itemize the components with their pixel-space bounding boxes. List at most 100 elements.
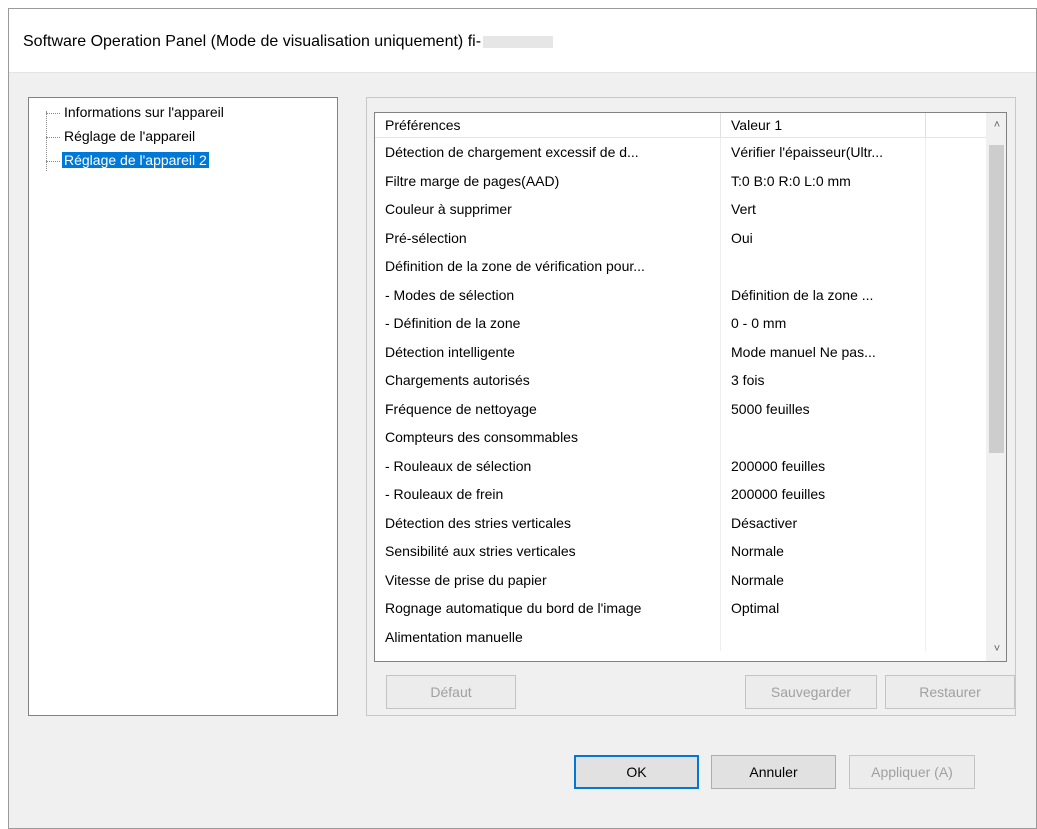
value-cell: 3 fois	[721, 366, 926, 395]
tree-item-label: Réglage de l'appareil 2	[62, 152, 209, 168]
preference-cell: - Définition de la zone	[375, 309, 721, 338]
chevron-up-icon[interactable]: ˄	[987, 115, 1006, 135]
table-row[interactable]: Filtre marge de pages(AAD) T:0 B:0 R:0 L:…	[375, 166, 987, 196]
table-row[interactable]: - Rouleaux de frein 200000 feuilles	[375, 480, 987, 509]
tree-item-device-info[interactable]: Informations sur l'appareil	[46, 102, 226, 122]
restore-button[interactable]: Restaurer	[885, 675, 1015, 709]
value-cell: 5000 feuilles	[721, 394, 926, 423]
table-row[interactable]: Alimentation manuelle	[375, 622, 987, 652]
preference-cell: Détection des stries verticales	[375, 508, 721, 537]
table-row[interactable]: - Modes de sélection Définition de la zon…	[375, 280, 987, 310]
tree-branch	[46, 160, 60, 162]
tree-branch	[46, 136, 60, 138]
extra-cell	[926, 623, 987, 652]
preference-cell: Sensibilité aux stries verticales	[375, 537, 721, 566]
cancel-button[interactable]: Annuler	[711, 755, 836, 789]
preference-cell: Rognage automatique du bord de l'image	[375, 594, 721, 623]
preference-cell: Chargements autorisés	[375, 366, 721, 395]
value-cell: 200000 feuilles	[721, 451, 926, 480]
tree-branch	[46, 112, 60, 114]
table-header: Préférences Valeur 1	[375, 113, 987, 138]
value-cell: Oui	[721, 223, 926, 252]
tree-item-device-settings-2[interactable]: Réglage de l'appareil 2	[46, 150, 209, 170]
extra-cell	[926, 338, 987, 367]
table-row[interactable]: Compteurs des consommables	[375, 423, 987, 452]
title-bar: Software Operation Panel (Mode de visual…	[9, 9, 1036, 73]
vertical-scrollbar[interactable]: ˄ ˅	[986, 113, 1006, 661]
table-row[interactable]: Définition de la zone de vérification po…	[375, 252, 987, 281]
table-row[interactable]: Détection de chargement excessif de d...…	[375, 138, 987, 167]
preference-cell: Filtre marge de pages(AAD)	[375, 166, 721, 195]
value-cell: T:0 B:0 R:0 L:0 mm	[721, 166, 926, 195]
save-button[interactable]: Sauvegarder	[745, 675, 877, 709]
column-header-value[interactable]: Valeur 1	[721, 113, 926, 137]
preference-cell: Définition de la zone de vérification po…	[375, 252, 721, 281]
table-row[interactable]: Rognage automatique du bord de l'image Op…	[375, 594, 987, 623]
extra-cell	[926, 480, 987, 509]
extra-cell	[926, 138, 987, 167]
table-row[interactable]: Détection intelligente Mode manuel Ne pas…	[375, 337, 987, 367]
extra-cell	[926, 509, 987, 538]
extra-cell	[926, 195, 987, 224]
default-button[interactable]: Défaut	[386, 675, 516, 709]
extra-cell	[926, 281, 987, 310]
ok-button[interactable]: OK	[574, 755, 699, 789]
preference-cell: Alimentation manuelle	[375, 622, 721, 651]
value-cell: Définition de la zone ...	[721, 280, 926, 309]
table-row[interactable]: Chargements autorisés 3 fois	[375, 366, 987, 395]
preference-cell: Couleur à supprimer	[375, 195, 721, 224]
table-row[interactable]: Pré-sélection Oui	[375, 223, 987, 253]
redacted-model-name	[483, 35, 554, 48]
preference-cell: Détection de chargement excessif de d...	[375, 138, 721, 167]
table-row[interactable]: Détection des stries verticales Désactive…	[375, 508, 987, 538]
value-cell: 0 - 0 mm	[721, 309, 926, 338]
column-header-preferences[interactable]: Préférences	[375, 113, 721, 137]
settings-table[interactable]: Préférences Valeur 1 Détection de charge…	[374, 112, 1007, 662]
tree-item-device-settings[interactable]: Réglage de l'appareil	[46, 126, 197, 146]
extra-cell	[926, 252, 987, 281]
extra-cell	[926, 594, 987, 623]
preference-cell: - Rouleaux de frein	[375, 480, 721, 509]
tree-item-label: Réglage de l'appareil	[64, 128, 196, 144]
value-cell: Vert	[721, 195, 926, 224]
extra-cell	[926, 395, 987, 424]
preference-cell: Fréquence de nettoyage	[375, 394, 721, 423]
table-row[interactable]: Fréquence de nettoyage 5000 feuilles	[375, 394, 987, 424]
column-header-extra[interactable]	[926, 113, 987, 137]
chevron-down-icon[interactable]: ˅	[987, 639, 1006, 659]
extra-cell	[926, 309, 987, 338]
window-title-text: Software Operation Panel (Mode de visual…	[23, 33, 482, 50]
extra-cell	[926, 167, 987, 196]
extra-cell	[926, 423, 987, 452]
value-cell: Normale	[721, 537, 926, 566]
preference-cell: Pré-sélection	[375, 223, 721, 252]
extra-cell	[926, 452, 987, 481]
preference-cell: Détection intelligente	[375, 337, 721, 366]
preference-cell: - Modes de sélection	[375, 280, 721, 309]
table-row[interactable]: Couleur à supprimer Vert	[375, 195, 987, 224]
value-cell: Optimal	[721, 594, 926, 623]
tree-item-label: Informations sur l'appareil	[64, 104, 224, 120]
extra-cell	[926, 537, 987, 566]
extra-cell	[926, 366, 987, 395]
value-cell: 200000 feuilles	[721, 480, 926, 509]
table-row[interactable]: - Définition de la zone 0 - 0 mm	[375, 309, 987, 338]
value-cell: Désactiver	[721, 508, 926, 537]
scrollbar-thumb[interactable]	[989, 145, 1004, 453]
value-cell: Vérifier l'épaisseur(Ultr...	[721, 138, 926, 167]
value-cell: Mode manuel Ne pas...	[721, 337, 926, 366]
settings-tree[interactable]: Informations sur l'appareil Réglage de l…	[28, 97, 338, 716]
table-row[interactable]: - Rouleaux de sélection 200000 feuilles	[375, 451, 987, 481]
table-row[interactable]: Vitesse de prise du papier Normale	[375, 565, 987, 595]
preference-cell: - Rouleaux de sélection	[375, 451, 721, 480]
value-cell: Normale	[721, 565, 926, 594]
extra-cell	[926, 224, 987, 253]
apply-button[interactable]: Appliquer (A)	[849, 755, 975, 789]
table-body: Détection de chargement excessif de d...…	[375, 138, 987, 651]
preference-cell: Compteurs des consommables	[375, 423, 721, 452]
table-row[interactable]: Sensibilité aux stries verticales Normale	[375, 537, 987, 566]
extra-cell	[926, 566, 987, 595]
value-cell	[721, 423, 926, 452]
window-title: Software Operation Panel (Mode de visual…	[23, 33, 554, 51]
value-cell	[721, 252, 926, 281]
